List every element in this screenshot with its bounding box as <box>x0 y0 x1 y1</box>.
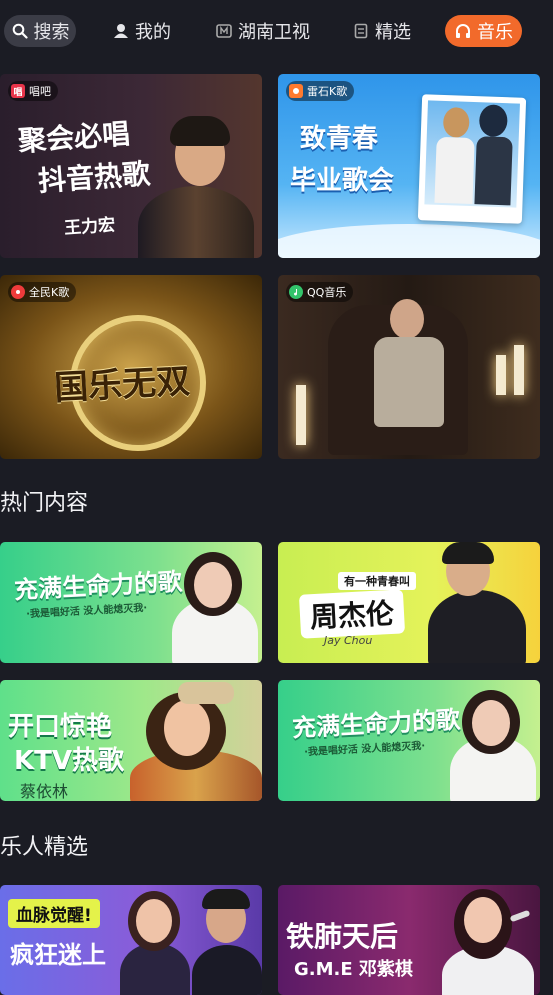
card-line1: 铁肺天后 <box>286 920 399 953</box>
tab-search[interactable]: 搜索 <box>4 15 76 47</box>
card-badge: 血脉觉醒! <box>8 899 100 928</box>
tab-hunan[interactable]: 湖南卫视 <box>215 15 310 47</box>
artist-card-2[interactable]: 铁肺天后 G.M.E 邓紫棋 <box>278 885 540 995</box>
banner-quanmin[interactable]: 全民K歌 国乐无双 <box>0 275 262 459</box>
artist-card-1[interactable]: 血脉觉醒! 疯狂迷上 <box>0 885 262 995</box>
card-name: 周杰伦 <box>298 589 406 639</box>
card-line2: G.M.E 邓紫棋 <box>294 959 413 980</box>
source-tag: 雷石K歌 <box>286 81 355 101</box>
banner-qqmusic[interactable]: QQ音乐 <box>278 275 540 459</box>
hot-card-2[interactable]: 有一种青春叫 周杰伦 Jay Chou <box>278 542 540 663</box>
banner-changba[interactable]: 唱 唱吧 聚会必唱 抖音热歌 王力宏 <box>0 74 262 258</box>
banner-line1: 国乐无双 <box>53 361 192 409</box>
tab-featured-label: 精选 <box>375 22 411 43</box>
search-icon <box>11 22 29 40</box>
hot-card-3[interactable]: 开口惊艳 KTV热歌 蔡依林 <box>0 680 262 801</box>
source-tag: 全民K歌 <box>8 282 77 302</box>
source-tag-label: 全民K歌 <box>29 286 70 299</box>
hot-card-4[interactable]: 充满生命力的歌 ·我是唱好活 没人能熄灭我· <box>278 680 540 801</box>
tab-search-label: 搜索 <box>33 22 70 43</box>
banner-line1: 聚会必唱 <box>17 117 132 158</box>
headphones-icon <box>454 22 472 40</box>
quanmin-icon <box>11 285 25 299</box>
card-en: Jay Chou <box>324 634 373 647</box>
card-line2: KTV热歌 <box>14 746 125 776</box>
source-tag-label: 唱吧 <box>29 85 51 98</box>
banner-artist: 王力宏 <box>63 215 116 239</box>
tab-hunan-label: 湖南卫视 <box>238 22 310 43</box>
leishi-icon <box>289 84 303 98</box>
banner-leishi[interactable]: 雷石K歌 致青春 毕业歌会 <box>278 74 540 258</box>
tab-music-label: 音乐 <box>477 22 513 43</box>
card-artist: 蔡依林 <box>20 782 69 801</box>
card-line1: 疯狂迷上 <box>10 941 106 969</box>
banner-line2: 毕业歌会 <box>290 166 395 196</box>
tab-music[interactable]: 音乐 <box>445 15 522 47</box>
section-title-artists: 乐人精选 <box>0 835 89 860</box>
qqmusic-icon <box>289 285 303 299</box>
microphone-icon <box>509 909 531 923</box>
photo-frame <box>417 94 527 224</box>
section-title-hot: 热门内容 <box>0 491 89 516</box>
tab-mine-label: 我的 <box>135 22 171 43</box>
source-tag: QQ音乐 <box>286 282 354 302</box>
tab-featured[interactable]: 精选 <box>352 15 411 47</box>
card-line1: 开口惊艳 <box>8 712 113 742</box>
banner-line2: 抖音热歌 <box>37 157 152 198</box>
bookmark-icon <box>352 22 370 40</box>
card-pre: 有一种青春叫 <box>338 572 416 590</box>
user-icon <box>112 22 130 40</box>
hot-card-1[interactable]: 充满生命力的歌 ·我是唱好活 没人能熄灭我· <box>0 542 262 663</box>
source-tag-label: 雷石K歌 <box>307 85 348 98</box>
tab-mine[interactable]: 我的 <box>112 15 171 47</box>
card-line1: 充满生命力的歌 <box>291 705 461 743</box>
tv-icon <box>215 22 233 40</box>
banner-line1: 致青春 <box>300 124 379 154</box>
source-tag-label: QQ音乐 <box>307 286 347 299</box>
source-tag: 唱 唱吧 <box>8 81 58 101</box>
changba-icon: 唱 <box>11 84 25 98</box>
card-line1: 充满生命力的歌 <box>13 567 183 605</box>
top-nav: 搜索 我的 湖南卫视 精选 音乐 <box>0 0 553 64</box>
